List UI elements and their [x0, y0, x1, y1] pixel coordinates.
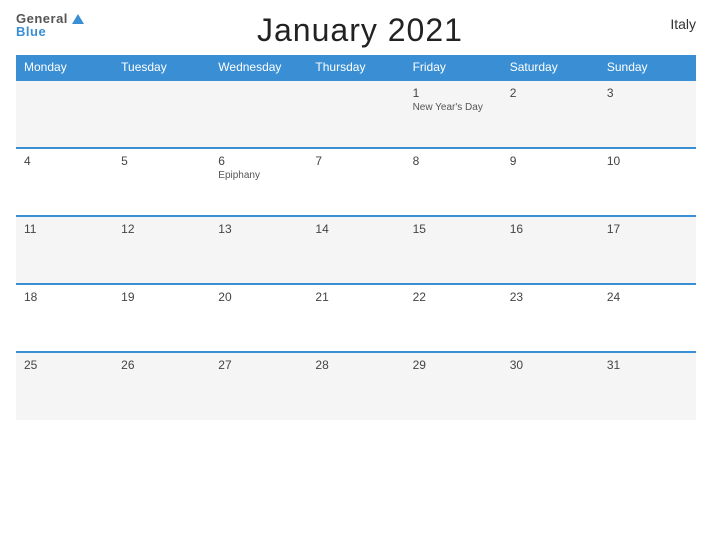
day-cell-4-2: 27 — [210, 352, 307, 420]
col-tuesday: Tuesday — [113, 55, 210, 80]
calendar-table: Monday Tuesday Wednesday Thursday Friday… — [16, 55, 696, 420]
day-cell-3-1: 19 — [113, 284, 210, 352]
day-cell-1-4: 8 — [405, 148, 502, 216]
col-wednesday: Wednesday — [210, 55, 307, 80]
day-number: 14 — [315, 222, 396, 236]
day-number: 17 — [607, 222, 688, 236]
day-number: 26 — [121, 358, 202, 372]
day-cell-0-4: 1 New Year's Day — [405, 80, 502, 148]
week-row-1: 1 New Year's Day 2 3 — [16, 80, 696, 148]
day-cell-1-0: 4 — [16, 148, 113, 216]
day-number: 4 — [24, 154, 105, 168]
day-cell-0-1 — [113, 80, 210, 148]
col-sunday: Sunday — [599, 55, 696, 80]
week-row-2: 4 5 6 Epiphany 7 8 9 10 — [16, 148, 696, 216]
day-number: 22 — [413, 290, 494, 304]
day-number: 23 — [510, 290, 591, 304]
day-cell-0-6: 3 — [599, 80, 696, 148]
col-friday: Friday — [405, 55, 502, 80]
day-cell-4-1: 26 — [113, 352, 210, 420]
day-cell-1-3: 7 — [307, 148, 404, 216]
day-number: 3 — [607, 86, 688, 100]
day-cell-0-0 — [16, 80, 113, 148]
day-number: 27 — [218, 358, 299, 372]
day-number: 11 — [24, 222, 105, 236]
day-number: 8 — [413, 154, 494, 168]
day-cell-2-0: 11 — [16, 216, 113, 284]
day-cell-2-4: 15 — [405, 216, 502, 284]
day-cell-2-5: 16 — [502, 216, 599, 284]
logo-blue-text: Blue — [16, 25, 46, 38]
day-cell-4-3: 28 — [307, 352, 404, 420]
logo-triangle-icon — [72, 14, 84, 24]
col-thursday: Thursday — [307, 55, 404, 80]
day-cell-4-5: 30 — [502, 352, 599, 420]
day-cell-3-3: 21 — [307, 284, 404, 352]
day-cell-0-2 — [210, 80, 307, 148]
day-cell-2-2: 13 — [210, 216, 307, 284]
logo: General Blue — [16, 12, 84, 38]
day-number: 13 — [218, 222, 299, 236]
day-number: 18 — [24, 290, 105, 304]
holiday-name: Epiphany — [218, 170, 299, 181]
week-row-4: 18 19 20 21 22 23 24 — [16, 284, 696, 352]
day-number: 19 — [121, 290, 202, 304]
day-cell-3-0: 18 — [16, 284, 113, 352]
day-number: 31 — [607, 358, 688, 372]
day-number: 5 — [121, 154, 202, 168]
title-area: January 2021 — [84, 12, 636, 49]
day-cell-3-5: 23 — [502, 284, 599, 352]
day-cell-2-3: 14 — [307, 216, 404, 284]
day-number: 6 — [218, 154, 299, 168]
day-cell-1-1: 5 — [113, 148, 210, 216]
day-cell-3-6: 24 — [599, 284, 696, 352]
day-number: 20 — [218, 290, 299, 304]
day-number: 25 — [24, 358, 105, 372]
day-cell-1-5: 9 — [502, 148, 599, 216]
day-number: 24 — [607, 290, 688, 304]
page: General Blue January 2021 Italy Monday T… — [0, 0, 712, 550]
day-number: 16 — [510, 222, 591, 236]
day-number: 10 — [607, 154, 688, 168]
day-cell-4-0: 25 — [16, 352, 113, 420]
day-cell-4-6: 31 — [599, 352, 696, 420]
col-saturday: Saturday — [502, 55, 599, 80]
day-cell-0-5: 2 — [502, 80, 599, 148]
day-cell-2-6: 17 — [599, 216, 696, 284]
day-number: 12 — [121, 222, 202, 236]
day-number: 2 — [510, 86, 591, 100]
day-cell-3-4: 22 — [405, 284, 502, 352]
day-number: 21 — [315, 290, 396, 304]
day-cell-2-1: 12 — [113, 216, 210, 284]
day-number: 9 — [510, 154, 591, 168]
day-cell-3-2: 20 — [210, 284, 307, 352]
day-cell-1-6: 10 — [599, 148, 696, 216]
day-number: 30 — [510, 358, 591, 372]
day-cell-0-3 — [307, 80, 404, 148]
day-cell-4-4: 29 — [405, 352, 502, 420]
country-label: Italy — [636, 12, 696, 32]
day-number: 29 — [413, 358, 494, 372]
day-number: 7 — [315, 154, 396, 168]
calendar-title: January 2021 — [84, 12, 636, 49]
day-number: 15 — [413, 222, 494, 236]
day-number: 1 — [413, 86, 494, 100]
day-cell-1-2: 6 Epiphany — [210, 148, 307, 216]
header: General Blue January 2021 Italy — [16, 12, 696, 49]
week-row-5: 25 26 27 28 29 30 31 — [16, 352, 696, 420]
day-number: 28 — [315, 358, 396, 372]
week-row-3: 11 12 13 14 15 16 17 — [16, 216, 696, 284]
col-monday: Monday — [16, 55, 113, 80]
holiday-name: New Year's Day — [413, 102, 494, 113]
calendar-header-row: Monday Tuesday Wednesday Thursday Friday… — [16, 55, 696, 80]
